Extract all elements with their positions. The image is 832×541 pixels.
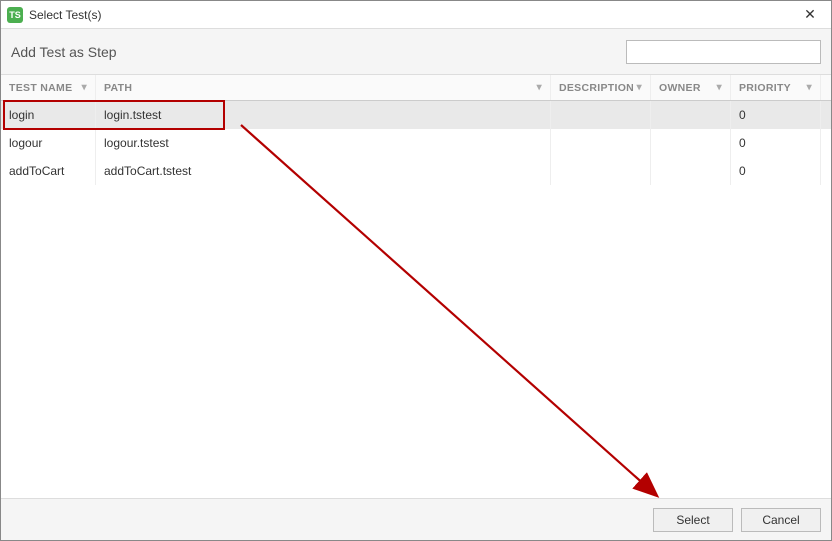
- subheader: Add Test as Step: [1, 29, 831, 75]
- grid-body: loginlogin.tstest0logourlogour.tstest0ad…: [1, 101, 831, 185]
- cell-path: logour.tstest: [96, 129, 551, 157]
- search-input[interactable]: [626, 40, 821, 64]
- cell-priority: 0: [731, 101, 821, 129]
- cell-owner: [651, 157, 731, 185]
- window-title: Select Test(s): [29, 8, 795, 22]
- cell-description: [551, 101, 651, 129]
- column-header-path-label: PATH: [104, 82, 132, 94]
- column-header-path[interactable]: PATH ▾: [96, 75, 551, 100]
- cell-description: [551, 157, 651, 185]
- cell-priority: 0: [731, 129, 821, 157]
- titlebar: TS Select Test(s) ✕: [1, 1, 831, 29]
- table-row[interactable]: addToCartaddToCart.tstest 0: [1, 157, 831, 185]
- column-header-priority[interactable]: PRIORITY ▾: [731, 75, 821, 100]
- dialog-footer: Select Cancel: [1, 498, 831, 540]
- app-icon: TS: [7, 7, 23, 23]
- column-header-name[interactable]: TEST NAME ▾: [1, 75, 96, 100]
- column-header-description-label: DESCRIPTION: [559, 82, 634, 94]
- cell-name: logour: [1, 129, 96, 157]
- table-row[interactable]: logourlogour.tstest 0: [1, 129, 831, 157]
- filter-icon[interactable]: ▾: [717, 82, 722, 93]
- table-row[interactable]: loginlogin.tstest 0: [1, 101, 831, 129]
- column-header-owner-label: OWNER: [659, 82, 701, 94]
- cell-description: [551, 129, 651, 157]
- cell-name: login: [1, 101, 96, 129]
- filter-icon[interactable]: ▾: [82, 82, 87, 93]
- dialog-window: TS Select Test(s) ✕ Add Test as Step TES…: [0, 0, 832, 541]
- filter-icon[interactable]: ▾: [537, 82, 542, 93]
- column-header-name-label: TEST NAME: [9, 82, 72, 94]
- column-header-owner[interactable]: OWNER ▾: [651, 75, 731, 100]
- close-icon[interactable]: ✕: [795, 6, 825, 23]
- filter-icon[interactable]: ▾: [807, 82, 812, 93]
- cell-path: login.tstest: [96, 101, 551, 129]
- cell-priority: 0: [731, 157, 821, 185]
- subheader-label: Add Test as Step: [11, 44, 117, 60]
- cancel-button[interactable]: Cancel: [741, 508, 821, 532]
- grid-header: TEST NAME ▾ PATH ▾ DESCRIPTION ▾ OWNER ▾…: [1, 75, 831, 101]
- cell-path: addToCart.tstest: [96, 157, 551, 185]
- cell-owner: [651, 129, 731, 157]
- column-header-priority-label: PRIORITY: [739, 82, 791, 94]
- column-header-description[interactable]: DESCRIPTION ▾: [551, 75, 651, 100]
- cell-owner: [651, 101, 731, 129]
- grid: TEST NAME ▾ PATH ▾ DESCRIPTION ▾ OWNER ▾…: [1, 75, 831, 498]
- cell-name: addToCart: [1, 157, 96, 185]
- select-button[interactable]: Select: [653, 508, 733, 532]
- filter-icon[interactable]: ▾: [637, 82, 642, 93]
